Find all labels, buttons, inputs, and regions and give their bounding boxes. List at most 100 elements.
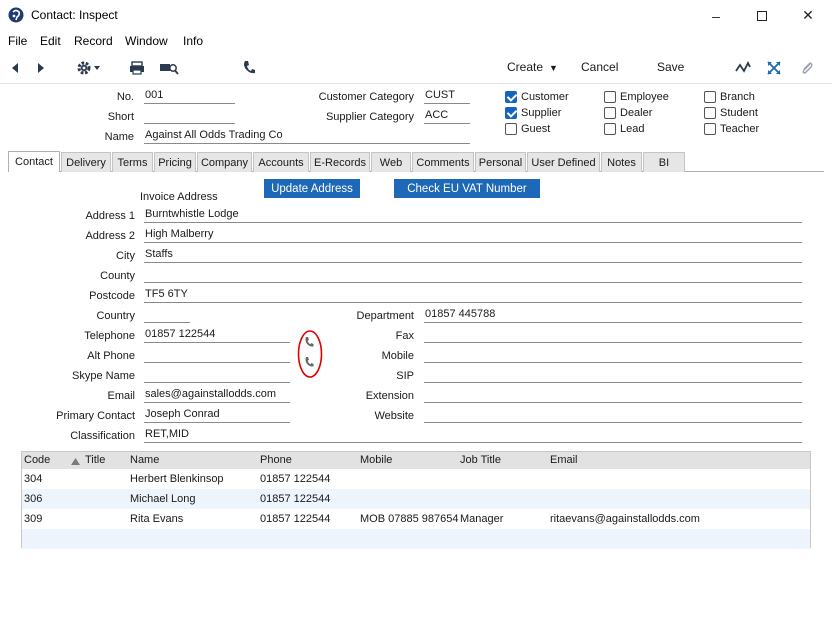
tab-terms[interactable]: Terms: [112, 152, 153, 172]
sort-ascending-icon[interactable]: [71, 456, 80, 465]
telephone-field[interactable]: 01857 122544: [144, 328, 290, 343]
phone-icon[interactable]: [240, 59, 258, 77]
column-header-email[interactable]: Email: [550, 454, 578, 466]
name-label: Name: [104, 131, 134, 143]
mobile-label: Mobile: [381, 350, 414, 362]
activity-pulse-icon[interactable]: [734, 59, 752, 77]
tab-user-defined[interactable]: User Defined: [527, 152, 600, 172]
table-row[interactable]: 306 Michael Long 01857 122544: [22, 489, 810, 509]
menu-edit[interactable]: Edit: [40, 34, 61, 48]
tab-delivery[interactable]: Delivery: [61, 152, 111, 172]
next-record-icon[interactable]: [32, 59, 50, 77]
email-label: Email: [107, 390, 135, 402]
checkbox-box[interactable]: [604, 91, 616, 103]
tab-comments[interactable]: Comments: [412, 152, 474, 172]
tab-accounts[interactable]: Accounts: [253, 152, 309, 172]
postcode-label: Postcode: [89, 290, 135, 302]
extension-field[interactable]: [424, 388, 802, 403]
column-header-job-title[interactable]: Job Title: [460, 454, 501, 466]
checkbox-box[interactable]: [505, 107, 517, 119]
checkbox-box[interactable]: [704, 107, 716, 119]
cell-code: 304: [24, 473, 43, 485]
website-label: Website: [374, 410, 414, 422]
tab-e-records[interactable]: E-Records: [310, 152, 370, 172]
classification-label: Classification: [70, 430, 135, 442]
checkbox-box[interactable]: [604, 107, 616, 119]
create-menu-button[interactable]: Create ▼: [507, 60, 558, 74]
sip-field[interactable]: [424, 368, 802, 383]
skype-field[interactable]: [144, 368, 290, 383]
email-field[interactable]: sales@againstallodds.com: [144, 388, 290, 403]
checkbox-box[interactable]: [604, 123, 616, 135]
cancel-button[interactable]: Cancel: [581, 60, 618, 74]
dial-altphone-icon[interactable]: [304, 356, 314, 368]
tab-web[interactable]: Web: [371, 152, 411, 172]
column-header-code[interactable]: Code: [24, 454, 50, 466]
supplier-category-label: Supplier Category: [325, 111, 414, 123]
column-header-mobile[interactable]: Mobile: [360, 454, 392, 466]
altphone-label: Alt Phone: [87, 350, 135, 362]
contacts-grid[interactable]: Code Title Name Phone Mobile Job Title E…: [21, 451, 811, 549]
tab-personal[interactable]: Personal: [475, 152, 526, 172]
mobile-field[interactable]: [424, 348, 802, 363]
website-field[interactable]: [424, 408, 802, 423]
checkbox-box[interactable]: [704, 91, 716, 103]
address2-label: Address 2: [85, 230, 135, 242]
country-label: Country: [96, 310, 135, 322]
table-row-empty[interactable]: [22, 529, 810, 549]
column-header-title[interactable]: Title: [85, 454, 105, 466]
address2-field[interactable]: High Malberry: [144, 228, 802, 243]
expand-icon[interactable]: [765, 59, 783, 77]
dial-telephone-icon[interactable]: [304, 336, 314, 348]
check-eu-vat-button[interactable]: Check EU VAT Number: [394, 179, 540, 198]
menu-record[interactable]: Record: [74, 34, 113, 48]
column-header-phone[interactable]: Phone: [260, 454, 292, 466]
tab-pricing[interactable]: Pricing: [154, 152, 196, 172]
altphone-field[interactable]: [144, 348, 290, 363]
supplier-category-field[interactable]: ACC: [424, 109, 470, 124]
classification-field[interactable]: RET,MID: [144, 428, 802, 443]
settings-gear-icon[interactable]: [75, 59, 105, 77]
tab-notes[interactable]: Notes: [601, 152, 642, 172]
tab-contact[interactable]: Contact: [8, 151, 60, 172]
minimize-button[interactable]: –: [693, 0, 739, 31]
menu-info[interactable]: Info: [183, 34, 203, 48]
name-field[interactable]: Against All Odds Trading Co: [144, 129, 470, 144]
create-label: Create: [507, 60, 544, 74]
close-button[interactable]: ✕: [785, 0, 831, 31]
checkbox-box[interactable]: [704, 123, 716, 135]
fax-field[interactable]: [424, 328, 802, 343]
table-row[interactable]: 309 Rita Evans 01857 122544 MOB 07885 98…: [22, 509, 810, 529]
column-header-name[interactable]: Name: [130, 454, 159, 466]
attachment-paperclip-icon[interactable]: [798, 59, 816, 77]
short-field[interactable]: [144, 109, 235, 124]
department-label: Department: [356, 310, 414, 322]
save-button[interactable]: Save: [657, 60, 684, 74]
menu-window[interactable]: Window: [125, 34, 168, 48]
tab-company[interactable]: Company: [197, 152, 252, 172]
address1-label: Address 1: [85, 210, 135, 222]
print-preview-icon[interactable]: [158, 59, 180, 77]
checkbox-box[interactable]: [505, 123, 517, 135]
update-address-button[interactable]: Update Address: [264, 179, 360, 198]
customer-category-field[interactable]: CUST: [424, 89, 470, 104]
address1-field[interactable]: Burntwhistle Lodge: [144, 208, 802, 223]
maximize-button[interactable]: [739, 0, 785, 31]
country-field[interactable]: [144, 308, 190, 323]
menu-file[interactable]: File: [8, 34, 27, 48]
window-title: Contact: Inspect: [31, 8, 118, 22]
postcode-field[interactable]: TF5 6TY: [144, 288, 802, 303]
print-icon[interactable]: [128, 59, 146, 77]
department-field[interactable]: 01857 445788: [424, 308, 802, 323]
tab-bi[interactable]: BI: [643, 152, 685, 172]
no-field[interactable]: 001: [144, 89, 235, 104]
cell-email: ritaevans@againstallodds.com: [550, 513, 700, 525]
county-field[interactable]: [144, 268, 802, 283]
table-row[interactable]: 304 Herbert Blenkinsop 01857 122544: [22, 469, 810, 489]
fax-label: Fax: [395, 330, 414, 342]
city-field[interactable]: Staffs: [144, 248, 802, 263]
primary-contact-field[interactable]: Joseph Conrad: [144, 408, 290, 423]
previous-record-icon[interactable]: [6, 59, 24, 77]
checkbox-box[interactable]: [505, 91, 517, 103]
cell-code: 309: [24, 513, 43, 525]
